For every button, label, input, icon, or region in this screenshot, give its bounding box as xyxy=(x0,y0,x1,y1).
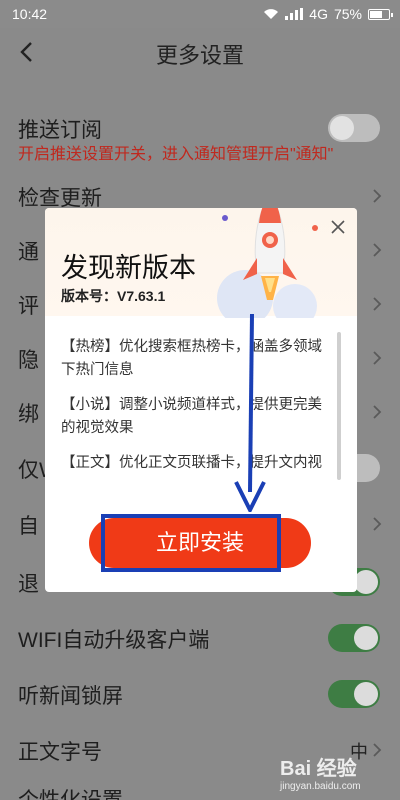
rocket-icon xyxy=(217,208,318,318)
setting-label: 正文字号 xyxy=(18,741,102,764)
setting-label: 听新闻锁屏 xyxy=(18,685,123,708)
chevron-right-icon xyxy=(373,297,382,311)
annotation-highlight-box xyxy=(101,514,281,572)
push-toggle[interactable] xyxy=(328,114,380,142)
status-bar: 10:42 4G 75% xyxy=(0,0,400,28)
wifi-icon xyxy=(264,9,279,19)
setting-label: WIFI自动升级客户端 xyxy=(18,629,210,652)
dialog-header: 发现新版本 版本号：V7.63.1 xyxy=(45,208,357,318)
release-note: 【正文】优化正文页联播卡，提升文内视 xyxy=(61,455,322,471)
update-dialog: 发现新版本 版本号：V7.63.1 【热榜】优化搜索框热榜卡，涵盖多领域下热门信… xyxy=(45,208,357,592)
close-icon[interactable] xyxy=(329,218,347,236)
setting-label: 绑 xyxy=(18,403,39,426)
chevron-right-icon xyxy=(373,189,382,203)
chevron-right-icon xyxy=(373,517,382,531)
status-time: 10:42 xyxy=(12,6,48,22)
watermark-url: jingyan.baidu.com xyxy=(280,781,361,792)
page-title: 更多设置 xyxy=(155,43,244,68)
lock-screen-toggle[interactable] xyxy=(328,680,380,708)
watermark: Bai 经验 jingyan.baidu.com xyxy=(280,752,390,792)
release-note: 【小说】调整小说频道样式，提供更完美的视觉效果 xyxy=(61,397,322,436)
chevron-right-icon xyxy=(373,351,382,365)
chevron-right-icon xyxy=(373,405,382,419)
release-notes: 【热榜】优化搜索框热榜卡，涵盖多领域下热门信息 【小说】调整小说频道样式，提供更… xyxy=(61,336,331,496)
app-header: 更多设置 xyxy=(0,28,400,76)
signal-icon xyxy=(285,8,304,20)
network-type: 4G xyxy=(309,6,328,22)
setting-push-subscription[interactable]: 推送订阅 开启推送设置开关，进入通知管理开启"通知" xyxy=(0,100,400,170)
setting-label: 退 xyxy=(18,573,39,596)
setting-label: 通 xyxy=(18,241,39,264)
battery-icon xyxy=(368,8,393,20)
dialog-title: 发现新版本 xyxy=(61,253,196,283)
notes-scrollbar[interactable] xyxy=(337,332,341,480)
setting-label: 个性化设置 xyxy=(18,784,123,800)
setting-wifi-upgrade[interactable]: WIFI自动升级客户端 xyxy=(0,610,400,666)
setting-label: 评 xyxy=(18,295,39,318)
battery-percent: 75% xyxy=(333,6,362,22)
wifi-upgrade-toggle[interactable] xyxy=(328,624,380,652)
watermark-brand: Bai 经验 xyxy=(280,758,357,780)
release-note: 【热榜】优化搜索框热榜卡，涵盖多领域下热门信息 xyxy=(61,339,322,378)
chevron-right-icon xyxy=(373,243,382,257)
status-icons: 4G 75% xyxy=(263,6,393,22)
setting-label: 自 xyxy=(18,515,39,538)
setting-label: 隐 xyxy=(18,349,39,372)
push-hint: 开启推送设置开关，进入通知管理开启"通知" xyxy=(18,146,334,163)
setting-lock-screen[interactable]: 听新闻锁屏 xyxy=(0,666,400,722)
annotation-arrow xyxy=(234,313,266,512)
version-label: 版本号：V7.63.1 xyxy=(61,288,166,304)
